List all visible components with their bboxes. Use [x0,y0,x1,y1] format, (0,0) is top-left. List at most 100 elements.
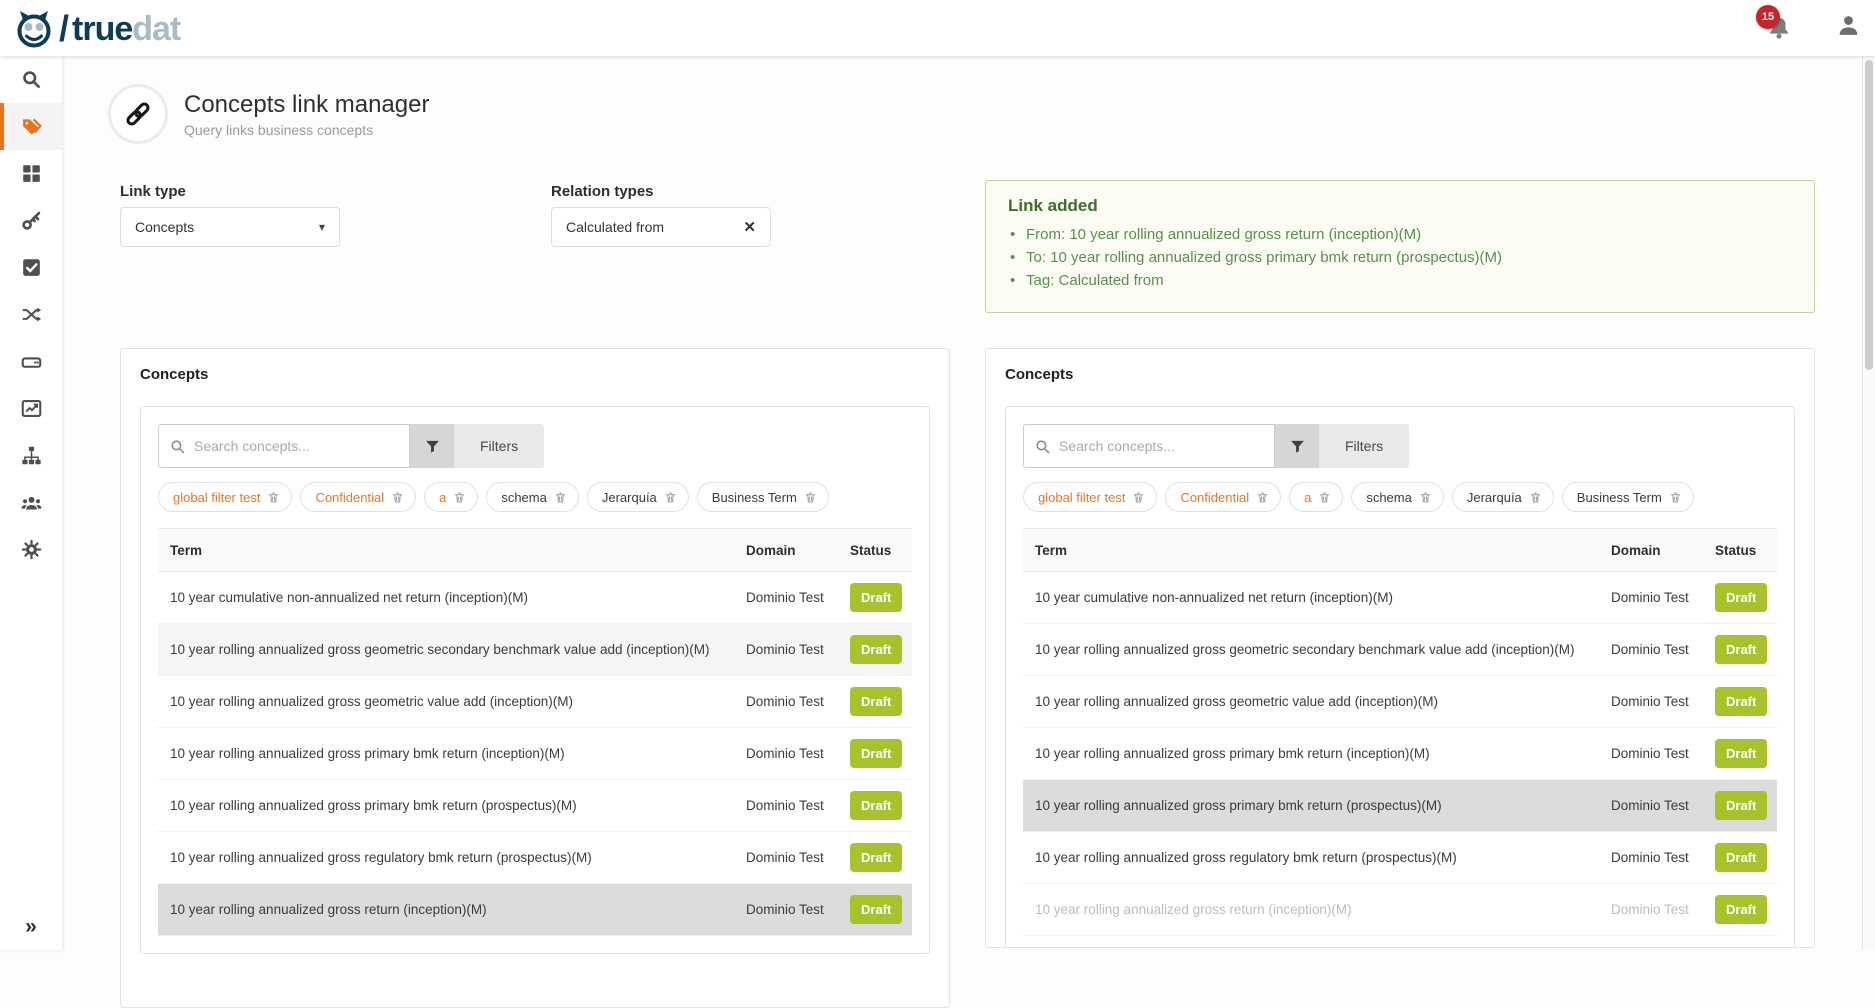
table-row-selected[interactable]: 10 year rolling annualized gross primary… [1023,780,1777,832]
status-cell: Draft [1711,791,1777,820]
logo-text: truedat [72,9,180,49]
filters-toggle[interactable]: Filters [1319,424,1409,468]
status-cell: Draft [846,739,912,768]
chip-label: schema [1366,490,1412,505]
sidebar-item-search[interactable] [0,56,62,103]
trash-icon[interactable] [554,491,567,504]
status-badge: Draft [1715,635,1767,664]
table-row-selected[interactable]: 10 year rolling annualized gross return … [158,884,912,936]
filter-chip[interactable]: Business Term [697,482,829,512]
sidebar-item-dashboard[interactable] [0,150,62,197]
relation-types-value: Calculated from [566,219,664,235]
trash-icon[interactable] [1419,491,1432,504]
page-title: Concepts link manager [184,91,429,119]
chip-label: Jerarquía [602,490,657,505]
table-row[interactable]: 10 year cumulative non-annualized net re… [1023,572,1777,624]
sidebar-item-storage[interactable] [0,338,62,385]
sidebar-item-permissions[interactable] [0,197,62,244]
filter-chip[interactable]: global filter test [1023,482,1157,512]
search-input[interactable] [1059,438,1264,454]
trash-icon[interactable] [1318,491,1331,504]
search-icon [169,438,186,455]
filter-chip[interactable]: a [424,482,478,512]
filter-chip[interactable]: schema [486,482,579,512]
notifications-button[interactable]: 15 [1766,15,1792,41]
filter-chip[interactable]: Jerarquía [587,482,689,512]
status-cell: Draft [846,843,912,872]
status-badge: Draft [1715,687,1767,716]
chip-label: global filter test [1038,490,1125,505]
trash-icon[interactable] [267,491,280,504]
table-row[interactable]: 10 year rolling annualized gross geometr… [1023,624,1777,676]
trash-icon[interactable] [391,491,404,504]
column-status: Status [1711,543,1777,558]
chart-line-icon [21,398,42,419]
table-row[interactable]: 10 year rolling annualized gross primary… [158,780,912,832]
table-row[interactable]: 10 year cumulative non-annualized net re… [158,572,912,624]
filter-chip[interactable]: Business Term [1562,482,1694,512]
link-type-select[interactable]: Concepts ▾ [120,207,340,247]
domain-cell: Dominio Test [1599,642,1711,657]
status-cell: Draft [1711,843,1777,872]
trash-icon[interactable] [1132,491,1145,504]
sidebar-item-hierarchy[interactable] [0,432,62,479]
filter-chip[interactable]: Confidential [300,482,416,512]
term-cell: 10 year rolling annualized gross regulat… [158,850,734,865]
trash-icon[interactable] [804,491,817,504]
close-icon[interactable]: ✕ [743,218,756,236]
trash-icon[interactable] [1256,491,1269,504]
trash-icon[interactable] [453,491,466,504]
panel-body: Filters global filter test Confidential … [140,406,930,954]
sidebar-item-analytics[interactable] [0,385,62,432]
panel-body: Filters global filter test Confidential … [1005,406,1795,948]
sidebar-item-settings[interactable] [0,526,62,573]
page-scrollbar[interactable] [1862,56,1875,950]
trash-icon[interactable] [664,491,677,504]
truedat-logo[interactable]: / truedat [14,8,180,50]
sidebar-item-users[interactable] [0,479,62,526]
filter-chip[interactable]: Confidential [1165,482,1281,512]
sidebar-item-tags[interactable] [0,103,62,150]
table-row[interactable]: 10 year rolling annualized gross regulat… [158,832,912,884]
status-cell: Draft [1711,635,1777,664]
domain-cell: Dominio Test [1599,798,1711,813]
column-domain: Domain [734,543,846,558]
filters-toggle[interactable]: Filters [454,424,544,468]
panel-title: Concepts [140,365,930,385]
status-badge: Draft [850,583,902,612]
chip-label: Confidential [1180,490,1249,505]
chip-label: Business Term [1577,490,1662,505]
sidebar-item-shuffle[interactable] [0,291,62,338]
filter-chip[interactable]: Jerarquía [1452,482,1554,512]
link-icon-circle [108,84,168,144]
table-row[interactable]: 10 year rolling annualized gross geometr… [158,676,912,728]
trash-icon[interactable] [1669,491,1682,504]
table-row[interactable]: 10 year rolling annualized gross primary… [1023,728,1777,780]
domain-cell: Dominio Test [1599,902,1711,917]
table-row[interactable]: 10 year rolling annualized gross regulat… [1023,832,1777,884]
trash-icon[interactable] [1529,491,1542,504]
filter-funnel-button[interactable] [1275,424,1319,468]
table-row[interactable]: 10 year rolling annualized gross primary… [158,728,912,780]
filter-funnel-button[interactable] [410,424,454,468]
table-row[interactable]: 10 year rolling annualized gross geometr… [158,624,912,676]
status-badge: Draft [850,739,902,768]
scrollbar-thumb[interactable] [1865,60,1873,370]
user-menu-button[interactable] [1836,13,1861,43]
filter-chip[interactable]: a [1289,482,1343,512]
chip-label: a [1304,490,1311,505]
filter-chip[interactable]: schema [1351,482,1444,512]
relation-types-select[interactable]: Calculated from ✕ [551,207,771,247]
chip-label: Confidential [315,490,384,505]
table-row[interactable]: 10 year rolling annualized gross geometr… [1023,676,1777,728]
sidebar-item-tasks[interactable] [0,244,62,291]
sidebar-collapse-button[interactable]: » [0,910,62,944]
filter-chip[interactable]: global filter test [158,482,292,512]
search-input[interactable] [194,438,399,454]
domain-cell: Dominio Test [1599,590,1711,605]
status-badge: Draft [850,635,902,664]
column-status: Status [846,543,912,558]
angle-double-right-icon: » [25,915,37,938]
status-cell: Draft [846,635,912,664]
chevron-down-icon: ▾ [319,220,325,234]
